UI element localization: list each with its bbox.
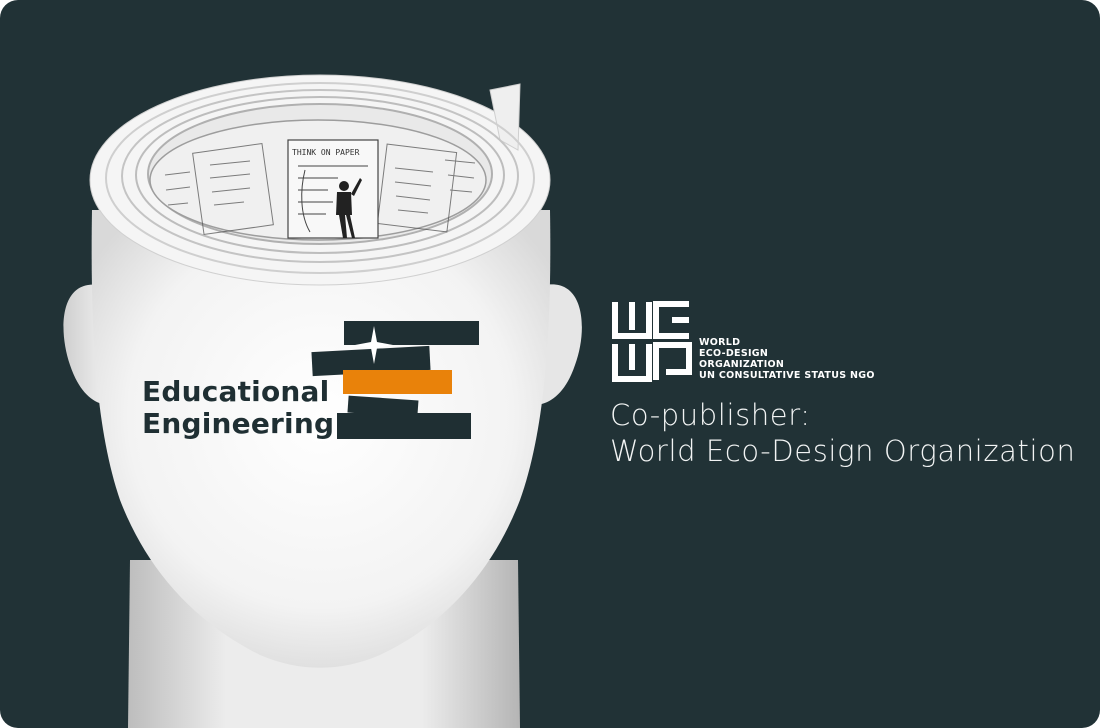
promo-banner: THINK ON PAPER Educational Engineering W… [0,0,1100,728]
wordmark-line-2: Engineering [142,407,335,440]
wedo-monogram-icon [612,301,692,382]
head-illustration: THINK ON PAPER [63,74,582,728]
copublisher-name: World Eco-Design Organization [610,434,1076,468]
wedo-line-4: UN CONSULTATIVE STATUS NGO [699,370,875,381]
wedo-line-3: ORGANIZATION [699,359,785,370]
wedo-line-1: WORLD [699,337,741,348]
wordmark-line-1: Educational [142,375,330,408]
paper-heading: THINK ON PAPER [292,148,360,157]
copublisher-label: Co-publisher: [610,398,811,432]
wedo-line-2: ECO-DESIGN [699,348,769,359]
copublisher-text: Co-publisher: World Eco-Design Organizat… [610,397,1075,469]
educational-engineering-wordmark: Educational Engineering [142,376,334,440]
wedo-name-block: WORLD ECO-DESIGN ORGANIZATION UN CONSULT… [699,337,875,381]
